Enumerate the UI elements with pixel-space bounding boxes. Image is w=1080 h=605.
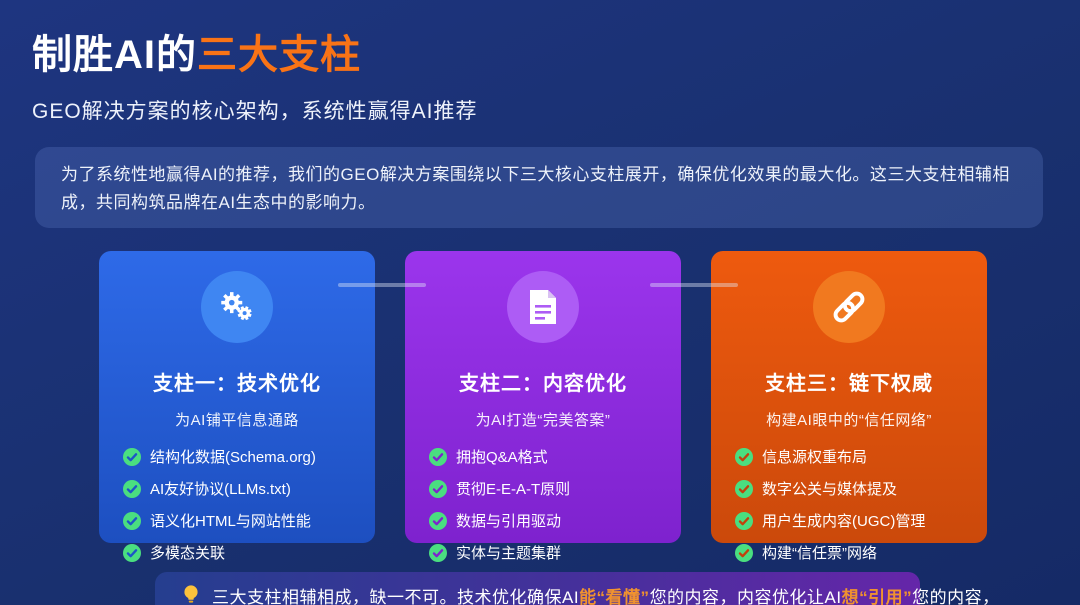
footer-text: 三大支柱相辅相成，缺一不可。技术优化确保AI能“看懂”您的内容，内容优化让AI想…	[212, 583, 1000, 605]
check-icon	[735, 511, 753, 530]
pillar-item-list: 拥抱Q&A格式 贯彻E-E-A-T原则 数据与引用驱动 实体与主题集群	[405, 446, 681, 563]
document-icon	[507, 271, 579, 343]
list-item-text: 多模态关联	[150, 545, 226, 562]
pillar-item-list: 结构化数据(Schema.org) AI友好协议(LLMs.txt) 语义化HT…	[99, 446, 375, 563]
footer-segment: 您的内容，	[912, 587, 1000, 605]
check-icon	[123, 479, 141, 498]
gears-icon	[201, 271, 273, 343]
check-icon	[429, 511, 447, 530]
intro-banner: 为了系统性地赢得AI的推荐，我们的GEO解决方案围绕以下三大核心支柱展开，确保优…	[35, 147, 1043, 228]
link-icon-svg	[833, 291, 865, 323]
list-item-text: AI友好协议(LLMs.txt)	[150, 481, 291, 498]
list-item: 构建“信任票”网络	[735, 542, 987, 563]
connector-line-left	[338, 283, 426, 287]
footer-segment-highlight: 想“引用”	[841, 587, 913, 605]
list-item: 用户生成内容(UGC)管理	[735, 510, 987, 531]
list-item-text: 数据与引用驱动	[456, 513, 562, 530]
list-item: 贯彻E-E-A-T原则	[429, 478, 681, 499]
list-item: 语义化HTML与网站性能	[123, 510, 375, 531]
list-item: 拥抱Q&A格式	[429, 446, 681, 467]
list-item-text: 结构化数据(Schema.org)	[150, 449, 316, 466]
check-icon	[429, 447, 447, 466]
pillar-title: 支柱二：内容优化	[459, 373, 627, 395]
list-item: AI友好协议(LLMs.txt)	[123, 478, 375, 499]
document-icon-svg	[530, 290, 556, 324]
check-icon	[735, 543, 753, 562]
list-item: 实体与主题集群	[429, 542, 681, 563]
pillar-card-content: 支柱二：内容优化 为AI打造“完美答案” 拥抱Q&A格式 贯彻E-E-A-T原则…	[405, 251, 681, 562]
check-icon	[429, 479, 447, 498]
intro-text: 为了系统性地赢得AI的推荐，我们的GEO解决方案围绕以下三大核心支柱展开，确保优…	[61, 165, 1010, 212]
list-item-text: 实体与主题集群	[456, 545, 562, 562]
list-item: 信息源权重布局	[735, 446, 987, 467]
list-item-text: 语义化HTML与网站性能	[150, 513, 311, 530]
pillar-cards-row: 支柱一：技术优化 为AI铺平信息通路 结构化数据(Schema.org) AI友…	[99, 251, 987, 562]
lightbulb-icon	[184, 585, 198, 603]
pillar-title: 支柱三：链下权威	[765, 373, 933, 395]
check-icon	[123, 543, 141, 562]
page-title-accent: 三大支柱	[197, 33, 361, 77]
page-subtitle: GEO解决方案的核心架构，系统性赢得AI推荐	[32, 100, 478, 123]
page-title: 制胜AI的三大支柱	[32, 22, 478, 80]
list-item-text: 拥抱Q&A格式	[456, 449, 548, 466]
connector-line-right	[650, 283, 738, 287]
check-icon	[735, 479, 753, 498]
pillar-subtitle: 为AI铺平信息通路	[175, 412, 299, 429]
check-icon	[123, 511, 141, 530]
list-item-text: 贯彻E-E-A-T原则	[456, 481, 571, 498]
pillar-title: 支柱一：技术优化	[153, 373, 321, 395]
footer-segment-highlight: 能“看懂”	[579, 587, 650, 605]
header: 制胜AI的三大支柱 GEO解决方案的核心架构，系统性赢得AI推荐	[32, 22, 478, 125]
list-item-text: 用户生成内容(UGC)管理	[762, 513, 926, 530]
check-icon	[123, 447, 141, 466]
slide-three-pillars: 制胜AI的三大支柱 GEO解决方案的核心架构，系统性赢得AI推荐 为了系统性地赢…	[0, 0, 1080, 605]
check-icon	[429, 543, 447, 562]
list-item: 数字公关与媒体提及	[735, 478, 987, 499]
pillar-card-tech: 支柱一：技术优化 为AI铺平信息通路 结构化数据(Schema.org) AI友…	[99, 251, 375, 562]
link-icon	[813, 271, 885, 343]
list-item-text: 构建“信任票”网络	[762, 545, 877, 562]
pillar-card-authority: 支柱三：链下权威 构建AI眼中的“信任网络” 信息源权重布局 数字公关与媒体提及…	[711, 251, 987, 562]
page-title-main: 制胜AI的	[32, 33, 197, 77]
list-item-text: 数字公关与媒体提及	[762, 481, 898, 498]
footer-banner: 三大支柱相辅相成，缺一不可。技术优化确保AI能“看懂”您的内容，内容优化让AI想…	[155, 572, 999, 605]
check-icon	[735, 447, 753, 466]
list-item-text: 信息源权重布局	[762, 449, 868, 466]
list-item: 多模态关联	[123, 542, 375, 563]
pillar-subtitle: 为AI打造“完美答案”	[475, 412, 611, 429]
pillar-item-list: 信息源权重布局 数字公关与媒体提及 用户生成内容(UGC)管理 构建“信任票”网…	[711, 446, 987, 563]
gears-icon-svg	[221, 292, 252, 321]
list-item: 结构化数据(Schema.org)	[123, 446, 375, 467]
list-item: 数据与引用驱动	[429, 510, 681, 531]
footer-segment: 您的内容，内容优化让AI	[649, 587, 842, 605]
pillar-subtitle: 构建AI眼中的“信任网络”	[766, 412, 932, 429]
footer-segment: 三大支柱相辅相成，缺一不可。技术优化确保AI	[212, 587, 580, 605]
